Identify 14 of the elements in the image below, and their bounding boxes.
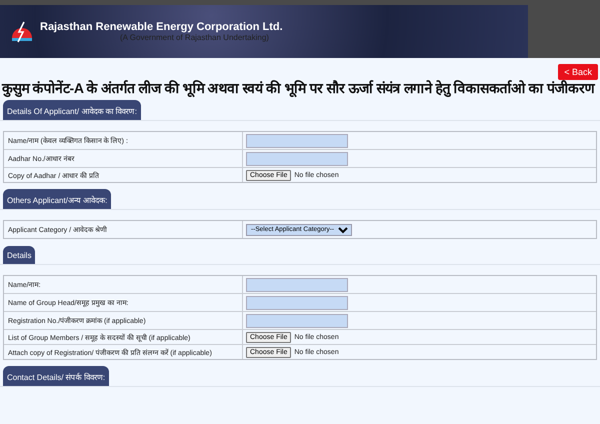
page-title: कुसुम कंपोनेंट-A के अंतर्गत लीज की भूमि अथवा स्वयं की भूमि पर सौर ऊर्जा संयंत्र लगाने हेतु विकासकर्ताओ का पंजीकरण — [2, 79, 596, 97]
text-field[interactable] — [246, 314, 348, 328]
section-heading: Details — [3, 246, 36, 264]
back-button[interactable]: < Back — [558, 64, 598, 80]
text-field[interactable] — [246, 296, 348, 310]
company-subtitle: (A Government of Rajasthan Undertaking) — [120, 33, 270, 42]
text-field[interactable] — [246, 134, 348, 148]
section-heading: Details Of Applicant/ आवेदक का विवरण: — [3, 100, 141, 120]
section-heading: Contact Details/ संपर्क विवरण: — [3, 366, 110, 386]
company-name: Rajasthan Renewable Energy Corporation Ltd. — [40, 21, 283, 33]
logo-icon — [10, 20, 34, 44]
text-field[interactable] — [246, 278, 348, 292]
section-heading: Others Applicant/अन्य आवेदक: — [3, 189, 112, 209]
text-field[interactable] — [246, 152, 348, 166]
